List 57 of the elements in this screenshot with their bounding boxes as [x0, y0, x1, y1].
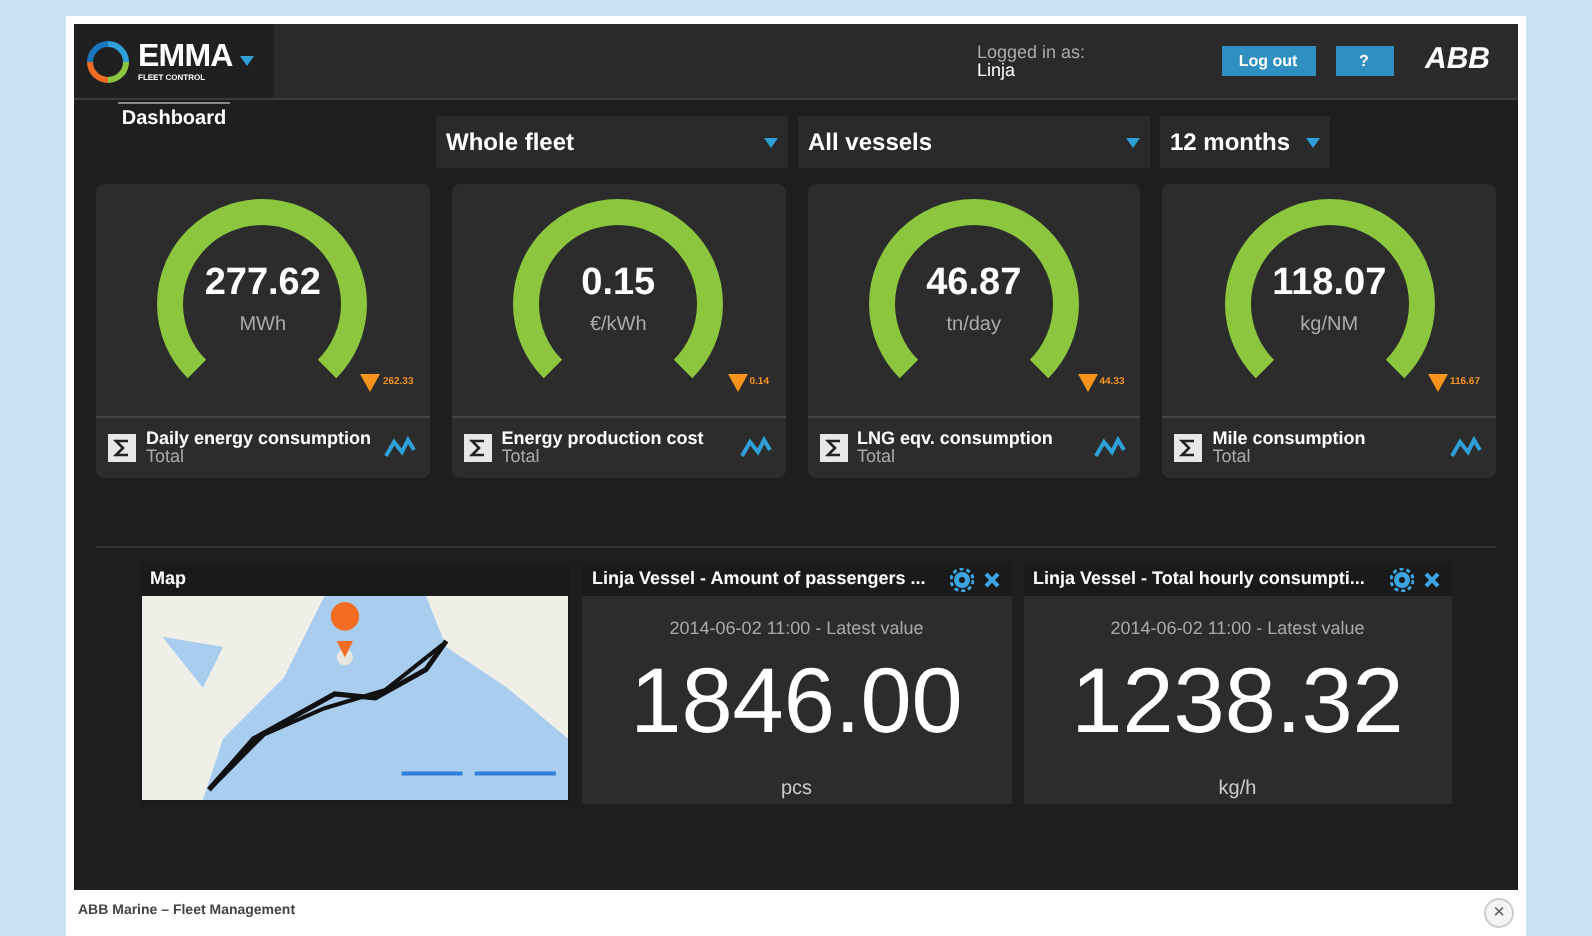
widget-timestamp: 2014-06-02 11:00 - Latest value — [1110, 615, 1365, 641]
filter-dropdown[interactable]: All vessels — [798, 116, 1150, 168]
sigma-icon[interactable] — [819, 433, 847, 461]
widget-title: Linja Vessel - Amount of passengers ... — [592, 566, 928, 592]
settings-icon[interactable] — [949, 567, 973, 592]
sigma-icon[interactable] — [463, 433, 492, 461]
threshold-marker-icon — [360, 374, 381, 392]
caret-icon — [240, 56, 255, 66]
sigma-icon[interactable] — [1174, 433, 1203, 461]
user-name: Linja — [976, 61, 1015, 79]
gauge-value: 277.62 — [204, 264, 321, 302]
map-title: Map — [148, 566, 188, 593]
gauge-title: Energy production cost — [501, 429, 706, 447]
gauge-unit: kg/NM — [1300, 312, 1359, 340]
help-button[interactable]: ? — [1335, 46, 1393, 76]
close-icon[interactable] — [981, 569, 1001, 590]
threshold-marker-icon — [1077, 374, 1098, 392]
dashboard-tab[interactable]: Dashboard — [117, 102, 231, 134]
gauge-subtitle: Total — [857, 447, 898, 465]
gauge-subtitle: Total — [146, 447, 185, 465]
gauge-title: Daily energy consumption — [146, 429, 372, 447]
gauge-title: LNG eqv. consumption — [857, 429, 1055, 447]
widget-title: Linja Vessel - Total hourly consumpti... — [1033, 566, 1367, 592]
widget-value: 1238.32 — [1071, 654, 1404, 746]
logout-button[interactable]: Log out — [1221, 46, 1315, 76]
widget-unit: kg/h — [1218, 776, 1257, 804]
settings-icon[interactable] — [1390, 567, 1414, 592]
filter-dropdown[interactable]: Whole fleet — [436, 116, 788, 168]
gauge-unit: MWh — [239, 312, 287, 340]
logged-in-label: Logged in as: — [976, 43, 1085, 61]
trend-chart-icon[interactable] — [1448, 433, 1484, 461]
gauge-unit: €/kWh — [589, 312, 647, 340]
ring-logo-icon — [86, 39, 130, 83]
brand-logo: ABB — [1425, 40, 1490, 81]
gauge-subtitle: Total — [501, 447, 540, 465]
gauge-subtitle: Total — [1212, 447, 1253, 465]
gauge-value: 0.15 — [581, 264, 656, 302]
gauge-unit: tn/day — [946, 312, 1001, 340]
caret-icon — [1306, 137, 1320, 147]
trend-chart-icon[interactable] — [1092, 433, 1129, 461]
close-button[interactable]: × — [1484, 898, 1514, 928]
threshold-marker-icon — [727, 374, 748, 392]
caret-icon — [764, 137, 778, 147]
threshold-marker-icon — [1427, 374, 1448, 392]
widget-value: 1846.00 — [630, 654, 963, 746]
logo-title: EMMA — [138, 41, 233, 73]
trend-chart-icon[interactable] — [737, 433, 773, 461]
caret-icon — [1126, 137, 1140, 147]
widget-timestamp: 2014-06-02 11:00 - Latest value — [669, 615, 924, 641]
widget-unit: pcs — [780, 776, 813, 804]
sigma-icon[interactable] — [108, 433, 136, 461]
trend-chart-icon[interactable] — [381, 433, 418, 461]
gauge-value: 118.07 — [1272, 264, 1387, 302]
close-icon[interactable] — [1422, 569, 1442, 590]
gauge-value: 46.87 — [926, 264, 1022, 302]
filter-dropdown[interactable]: 12 months — [1160, 116, 1330, 168]
gauge-title: Mile consumption — [1212, 429, 1368, 447]
